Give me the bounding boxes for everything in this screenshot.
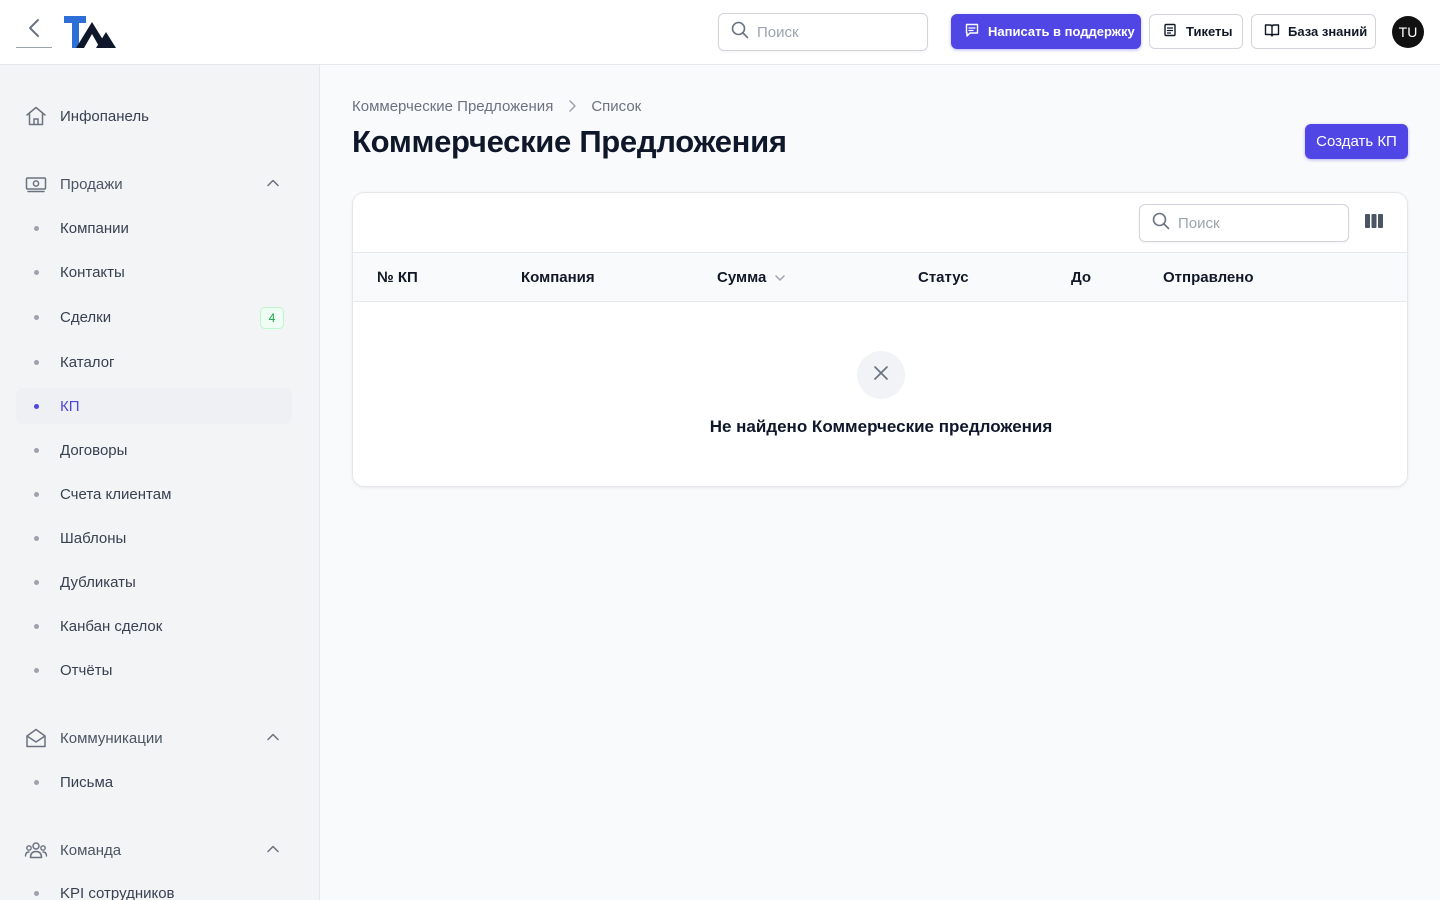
chevron-up-icon (266, 842, 280, 861)
chevron-up-icon (266, 730, 280, 749)
knowledge-base-button[interactable]: База знаний (1251, 14, 1376, 49)
sidebar-item-contacts[interactable]: Контакты (16, 254, 292, 290)
bullet-dot (34, 491, 39, 497)
sidebar-item-contracts[interactable]: Договоры (16, 432, 292, 468)
column-header-label: Сумма (717, 269, 767, 286)
book-open-icon (1264, 22, 1288, 41)
bullet-dot (34, 779, 39, 785)
bullet-dot (34, 667, 39, 673)
sidebar-item-label: Шаблоны (60, 529, 127, 547)
sidebar-item-proposals[interactable]: КП (16, 388, 292, 424)
table-toolbar (353, 193, 1407, 253)
columns-toggle-button[interactable] (1363, 212, 1385, 234)
users-icon (24, 838, 48, 862)
bullet-dot (34, 225, 39, 231)
sidebar-item-emails[interactable]: Письма (16, 764, 292, 800)
column-header-status[interactable]: Статус (918, 269, 969, 286)
knowledge-base-button-label: База знаний (1288, 24, 1368, 39)
table-search-input[interactable] (1178, 214, 1328, 232)
logo[interactable] (62, 14, 118, 50)
sidebar-item-deals-kanban[interactable]: Канбан сделок (16, 608, 292, 644)
sidebar-item-deals[interactable]: Сделки 4 (16, 299, 292, 335)
sidebar-item-label: Каталог (60, 353, 115, 371)
proposals-table-card: № КП Компания Сумма Статус До Отправлено… (352, 192, 1408, 487)
sidebar-item-invoices[interactable]: Счета клиентам (16, 476, 292, 512)
tickets-button-label: Тикеты (1186, 24, 1233, 39)
bullet-dot (34, 579, 39, 585)
sidebar-item-label: Инфопанель (60, 107, 149, 125)
sort-chevron-down-icon (775, 274, 786, 281)
search-icon (1152, 212, 1170, 235)
bullet-dot (34, 314, 39, 320)
column-header-number[interactable]: № КП (377, 269, 418, 286)
tickets-button[interactable]: Тикеты (1149, 14, 1243, 49)
chevron-left-icon (28, 18, 40, 43)
breadcrumb-link[interactable]: Коммерческие Предложения (352, 98, 553, 115)
x-icon (872, 364, 890, 387)
sidebar-item-dashboard[interactable]: Инфопанель (16, 96, 292, 136)
sidebar-item-label: Компании (60, 219, 129, 237)
table-search-box[interactable] (1139, 204, 1349, 242)
sidebar-item-label: KPI сотрудников (60, 884, 175, 900)
sidebar-group-communications[interactable]: Коммуникации (16, 718, 292, 758)
breadcrumb: Коммерческие Предложения Список (352, 96, 641, 116)
bullet-dot (34, 447, 39, 453)
sidebar-item-label: КП (60, 397, 80, 415)
top-bar: Написать в поддержку Тикеты База знаний … (0, 0, 1440, 65)
sidebar-item-label: Отчёты (60, 661, 113, 679)
sidebar-item-kpi[interactable]: KPI сотрудников (16, 875, 292, 900)
avatar-initials: TU (1398, 24, 1418, 40)
sidebar-group-sales[interactable]: Продажи (16, 164, 292, 204)
sidebar-item-duplicates[interactable]: Дубликаты (16, 564, 292, 600)
avatar[interactable]: TU (1392, 16, 1424, 48)
deals-count-badge: 4 (260, 307, 284, 329)
sidebar-group-team[interactable]: Команда (16, 830, 292, 870)
chevron-up-icon (266, 176, 280, 195)
top-search-box[interactable] (718, 13, 928, 51)
bullet-dot (34, 403, 39, 409)
sidebar: Инфопанель Продажи Компании Контакты Сде… (0, 65, 320, 900)
column-header-company[interactable]: Компания (521, 269, 595, 286)
column-header-due-date[interactable]: До (1071, 269, 1091, 286)
support-button-label: Написать в поддержку (988, 24, 1135, 39)
sidebar-item-companies[interactable]: Компании (16, 210, 292, 246)
sidebar-group-label: Продажи (60, 175, 123, 193)
sidebar-item-label: Контакты (60, 263, 125, 281)
create-proposal-button[interactable]: Создать КП (1305, 124, 1408, 159)
sidebar-item-label: Счета клиентам (60, 485, 172, 503)
sidebar-item-label: Канбан сделок (60, 617, 163, 635)
sidebar-item-label: Договоры (60, 441, 128, 459)
sidebar-item-catalog[interactable]: Каталог (16, 344, 292, 380)
sidebar-item-reports[interactable]: Отчёты (16, 652, 292, 688)
empty-state-icon (857, 351, 905, 399)
sidebar-item-label: Сделки (60, 308, 112, 326)
empty-state-message: Не найдено Коммерческие предложения (709, 417, 1053, 436)
column-header-amount[interactable]: Сумма (717, 269, 786, 286)
support-button[interactable]: Написать в поддержку (951, 14, 1141, 49)
chat-icon (964, 22, 988, 41)
cash-icon (24, 172, 48, 196)
back-button[interactable] (16, 14, 52, 48)
bullet-dot (34, 359, 39, 365)
breadcrumb-current: Список (591, 97, 642, 115)
sidebar-group-label: Команда (60, 841, 122, 859)
bullet-dot (34, 535, 39, 541)
column-header-sent[interactable]: Отправлено (1163, 269, 1254, 286)
page-title: Коммерческие Предложения (352, 124, 787, 159)
sidebar-item-templates[interactable]: Шаблоны (16, 520, 292, 556)
top-search-input[interactable] (757, 23, 907, 41)
bullet-dot (34, 269, 39, 275)
home-icon (24, 104, 48, 128)
sidebar-item-label: Дубликаты (60, 573, 136, 591)
sidebar-item-label: Письма (60, 773, 114, 791)
columns-icon (1364, 213, 1384, 234)
sidebar-group-label: Коммуникации (60, 729, 163, 747)
chevron-right-icon (567, 99, 577, 113)
ticket-icon (1162, 22, 1186, 41)
table-header: № КП Компания Сумма Статус До Отправлено (353, 253, 1407, 302)
bullet-dot (34, 623, 39, 629)
search-icon (731, 21, 749, 44)
bullet-dot (34, 890, 39, 896)
envelope-open-icon (24, 726, 48, 750)
